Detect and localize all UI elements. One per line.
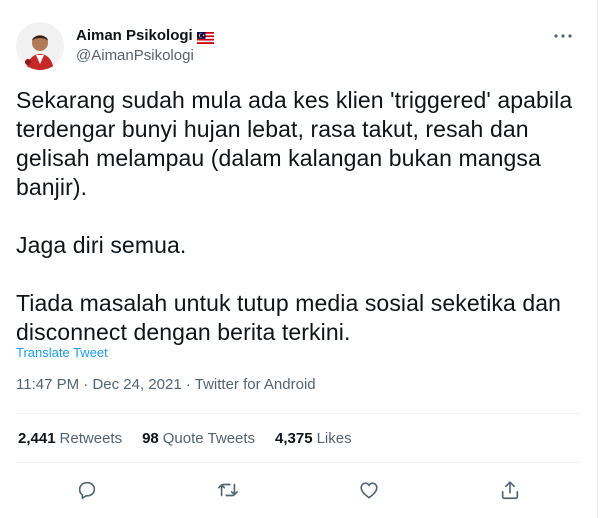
quote-tweets-count: 98 <box>142 430 159 447</box>
like-icon[interactable] <box>351 472 387 508</box>
likes-count: 4,375 <box>275 430 313 447</box>
retweets-count: 2,441 <box>18 430 56 447</box>
quote-tweets-label: Quote Tweets <box>162 430 256 447</box>
reply-icon[interactable] <box>69 472 105 508</box>
tweet-paragraph: Tiada masalah untuk tutup media sosial s… <box>16 290 562 345</box>
tweet-stats: 2,441 Retweets 98 Quote Tweets 4,375 Likes <box>18 430 352 447</box>
tweet-card: Aiman Psikologi @AimanPsikologi Sekarang… <box>0 0 598 518</box>
avatar-image <box>16 22 64 70</box>
retweets-label: Retweets <box>59 430 123 447</box>
divider <box>16 413 581 414</box>
author-names: Aiman Psikologi @AimanPsikologi <box>76 26 214 66</box>
tweet-source[interactable]: Twitter for Android <box>195 376 316 393</box>
tweet-date[interactable]: Dec 24, 2021 <box>92 376 181 393</box>
tweet-actions <box>16 472 581 508</box>
malaysia-flag-icon <box>196 30 214 44</box>
meta-separator: · <box>181 376 195 393</box>
tweet-paragraph: Jaga diri semua. <box>16 232 187 258</box>
tweet-text: Sekarang sudah mula ada kes klien 'trigg… <box>16 86 576 347</box>
meta-separator: · <box>79 376 93 393</box>
more-options-icon[interactable] <box>551 24 575 48</box>
tweet-paragraph: Sekarang sudah mula ada kes klien 'trigg… <box>16 87 573 200</box>
retweet-icon[interactable] <box>210 472 246 508</box>
likes-label: Likes <box>316 430 352 447</box>
tweet-metadata: 11:47 PM · Dec 24, 2021 · Twitter for An… <box>16 376 316 393</box>
tweet-header: Aiman Psikologi @AimanPsikologi <box>16 22 581 74</box>
quote-tweets-stat[interactable]: 98 Quote Tweets <box>142 430 255 447</box>
tweet-time[interactable]: 11:47 PM <box>16 376 79 393</box>
avatar[interactable] <box>16 22 64 70</box>
likes-stat[interactable]: 4,375 Likes <box>275 430 352 447</box>
divider <box>16 462 581 463</box>
share-icon[interactable] <box>492 472 528 508</box>
display-name-text: Aiman Psikologi <box>76 27 193 44</box>
author-handle[interactable]: @AimanPsikologi <box>76 46 214 66</box>
translate-tweet-link[interactable]: Translate Tweet <box>16 345 108 360</box>
author-display-name[interactable]: Aiman Psikologi <box>76 26 214 46</box>
retweets-stat[interactable]: 2,441 Retweets <box>18 430 122 447</box>
